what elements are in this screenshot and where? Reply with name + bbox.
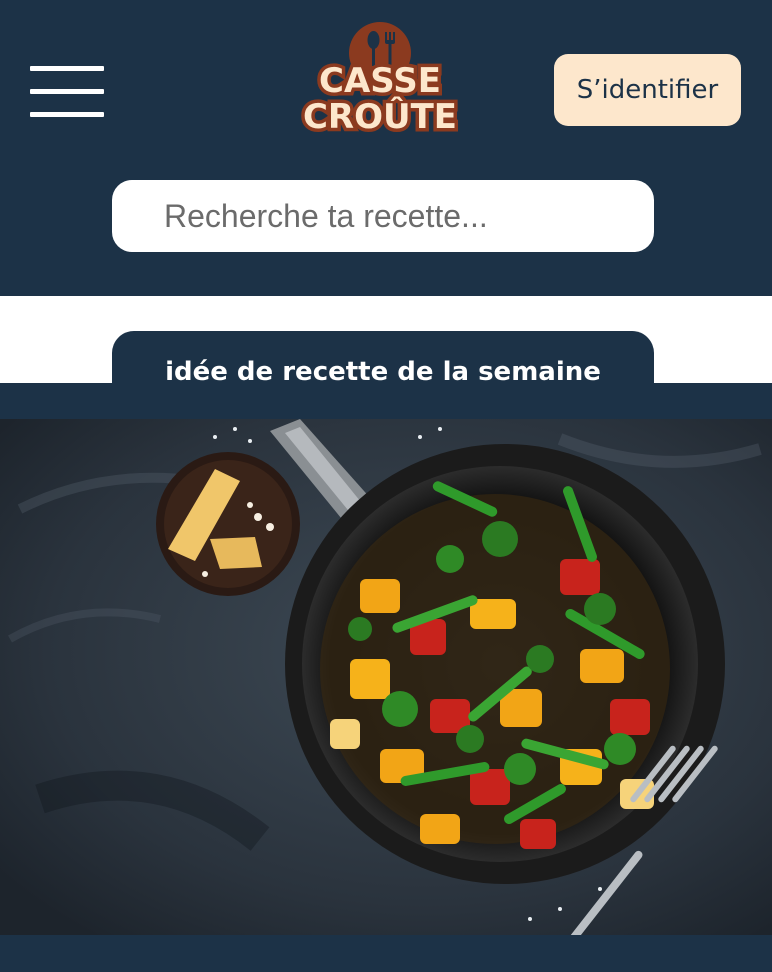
weekly-recipe-title: idée de recette de la semaine — [165, 357, 601, 387]
search-bar[interactable] — [112, 180, 654, 252]
search-input[interactable] — [162, 196, 626, 236]
bottom-band — [0, 935, 772, 972]
top-header: CASSE CROÛTE S’identifier — [0, 0, 772, 296]
weekly-recipe-tab: idée de recette de la semaine — [112, 331, 654, 411]
parmesan-bowl — [156, 452, 300, 596]
hamburger-menu-icon[interactable] — [30, 64, 106, 118]
logo-text-line1: CASSE — [319, 61, 441, 101]
weekly-recipe-image[interactable] — [0, 419, 772, 935]
site-logo[interactable]: CASSE CROÛTE — [296, 20, 466, 135]
login-button[interactable]: S’identifier — [554, 54, 741, 126]
logo-text-line2: CROÛTE — [303, 96, 457, 135]
